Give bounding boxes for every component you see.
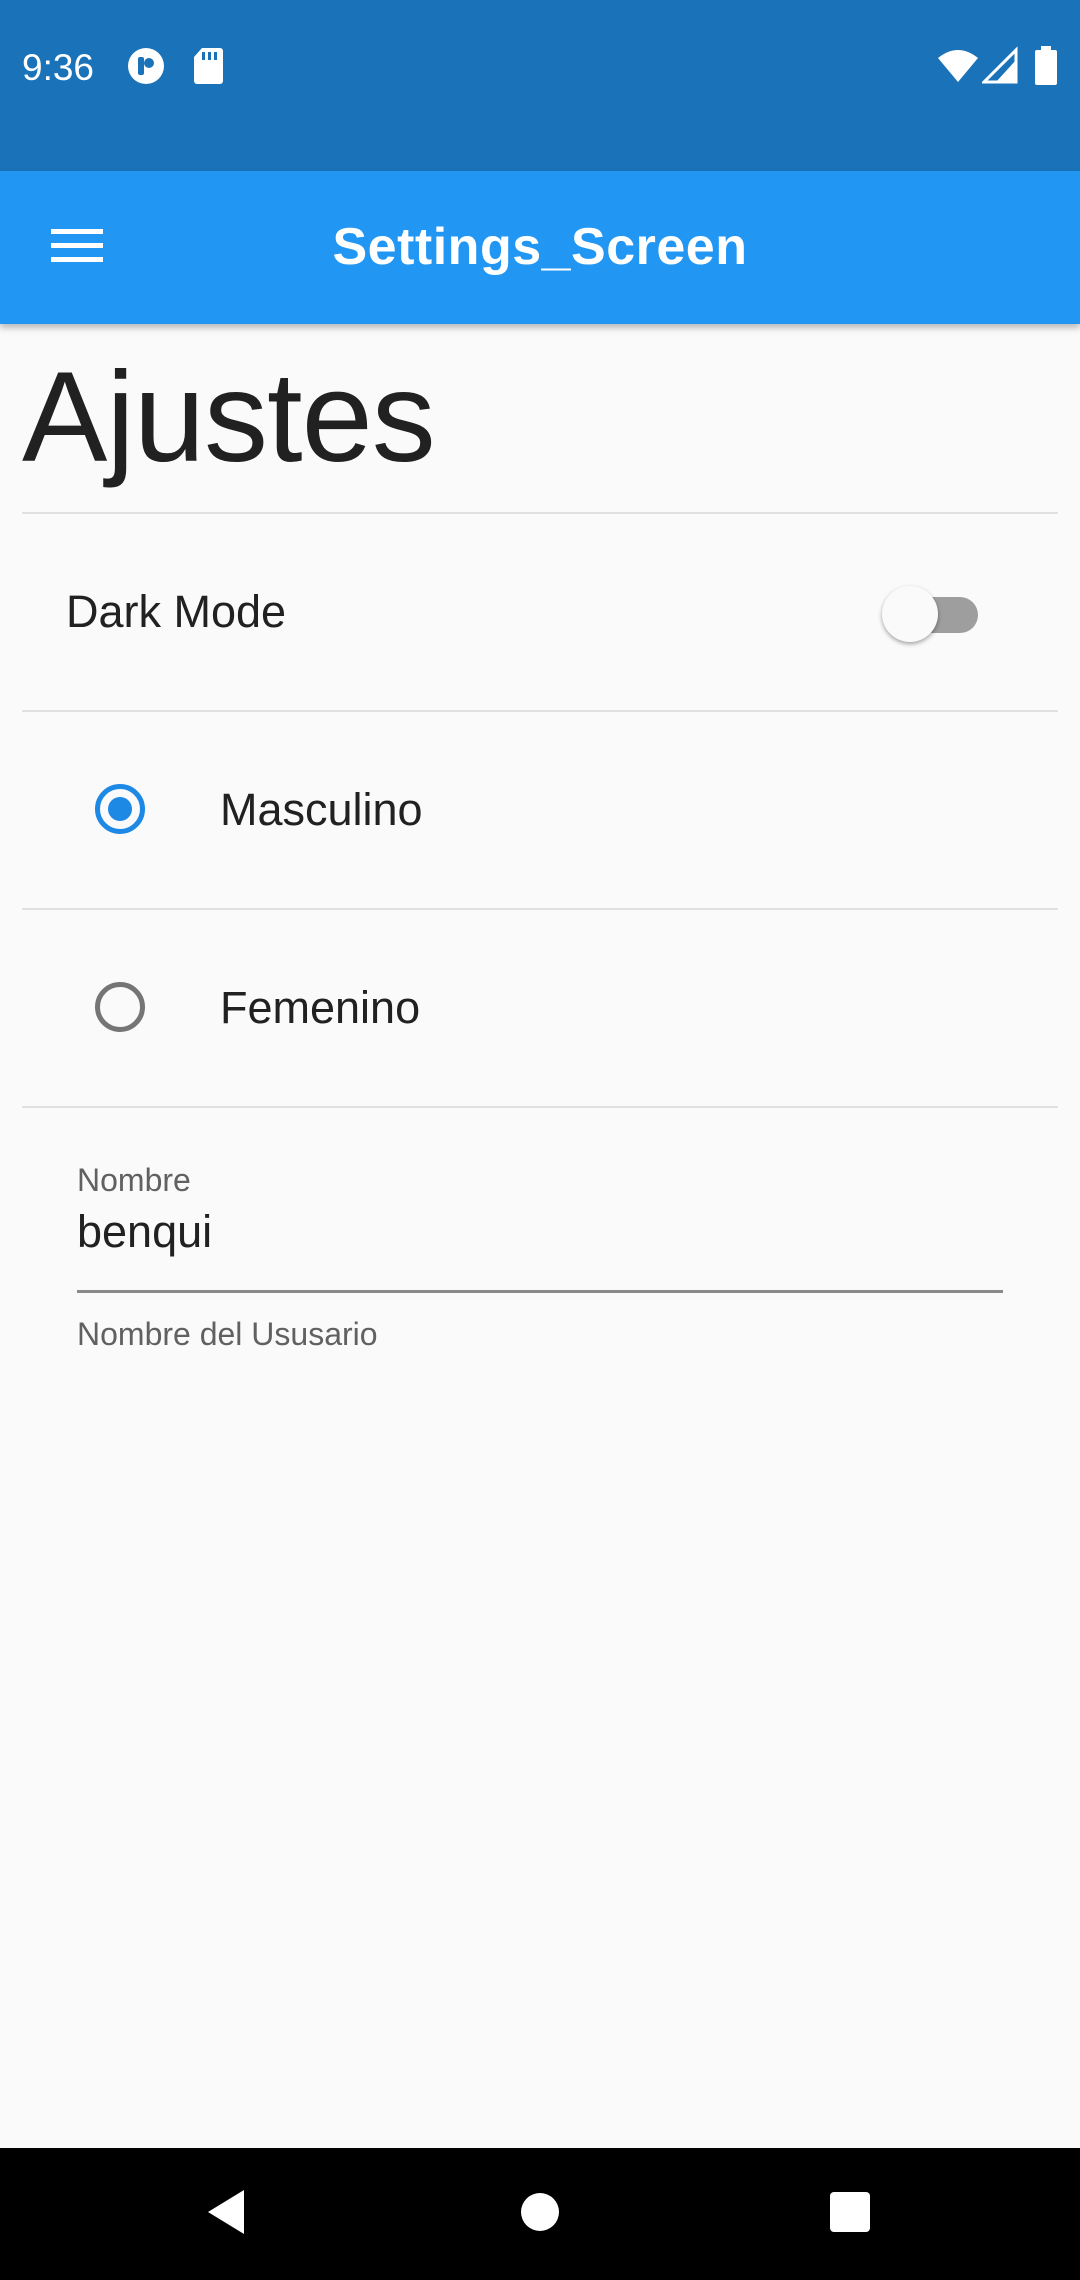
dark-mode-switch[interactable] xyxy=(882,584,978,644)
wifi-icon xyxy=(936,46,980,86)
dark-mode-label: Dark Mode xyxy=(66,586,287,637)
radio-label-femenino: Femenino xyxy=(220,982,421,1033)
name-field-underline xyxy=(77,1290,1003,1293)
battery-icon xyxy=(1034,46,1058,86)
back-icon xyxy=(204,2188,248,2241)
status-bar: 9:36 xyxy=(0,0,1080,171)
divider xyxy=(22,1106,1058,1108)
settings-screen: 9:36 Settings_Screen Ajustes Dark Mode M… xyxy=(0,0,1080,2280)
recents-button[interactable] xyxy=(810,2174,890,2254)
status-time: 9:36 xyxy=(22,47,95,88)
name-field-helper: Nombre del Ususario xyxy=(77,1316,378,1352)
dark-mode-row[interactable]: Dark Mode xyxy=(22,514,1058,710)
name-input[interactable] xyxy=(77,1200,1003,1264)
home-button[interactable] xyxy=(500,2174,580,2254)
gender-option-masculino[interactable]: Masculino xyxy=(22,712,1058,908)
sd-card-icon xyxy=(192,46,232,86)
signal-icon xyxy=(980,46,1018,86)
recents-icon xyxy=(830,2191,870,2237)
gender-option-femenino[interactable]: Femenino xyxy=(22,910,1058,1106)
notification-app-icon xyxy=(126,46,166,86)
home-icon xyxy=(520,2192,560,2237)
name-field-label: Nombre xyxy=(77,1162,191,1198)
radio-femenino[interactable] xyxy=(95,982,145,1032)
radio-label-masculino: Masculino xyxy=(220,784,423,835)
radio-masculino[interactable] xyxy=(95,784,145,834)
switch-thumb xyxy=(882,586,938,642)
app-bar-title: Settings_Screen xyxy=(332,218,748,276)
page-title: Ajustes xyxy=(22,346,436,489)
app-bar: Settings_Screen xyxy=(0,171,1080,324)
back-button[interactable] xyxy=(186,2174,266,2254)
navigation-bar xyxy=(0,2148,1080,2280)
